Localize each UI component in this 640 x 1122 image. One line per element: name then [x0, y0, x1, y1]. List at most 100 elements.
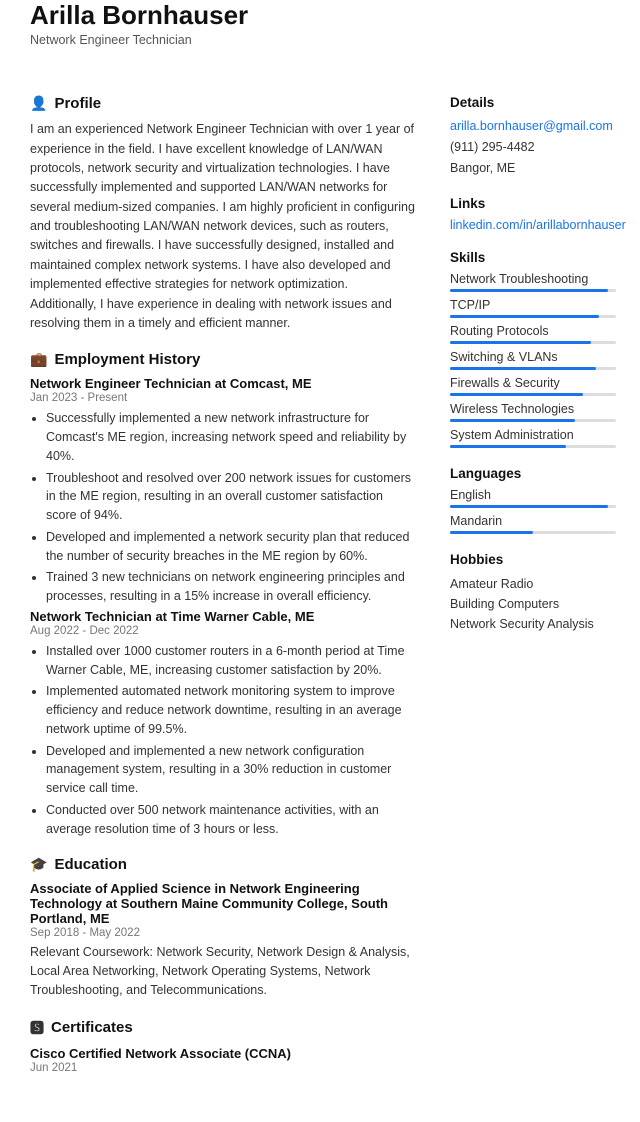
skill-bar-fill [450, 315, 599, 318]
candidate-title: Network Engineer Technician [30, 33, 616, 47]
education-item: Associate of Applied Science in Network … [30, 881, 416, 999]
skill-bar-bg [450, 445, 616, 448]
job-item: Network Engineer Technician at Comcast, … [30, 376, 416, 606]
employment-icon: 💼 [30, 351, 47, 368]
hobby-item: Network Security Analysis [450, 614, 616, 634]
job-bullet: Developed and implemented a new network … [46, 742, 416, 798]
certificates-section: 🆂 Certificates Cisco Certified Network A… [30, 1018, 416, 1074]
education-section-title: 🎓 Education [30, 856, 416, 873]
job-date: Jan 2023 - Present [30, 392, 416, 404]
language-item: English [450, 488, 616, 508]
job-bullet: Developed and implemented a network secu… [46, 528, 416, 566]
email-line: arilla.bornhauser@gmail.com [450, 117, 616, 135]
language-item: Mandarin [450, 514, 616, 534]
profile-icon: 👤 [30, 95, 47, 112]
skill-bar-fill [450, 419, 575, 422]
edu-date: Sep 2018 - May 2022 [30, 927, 416, 939]
job-bullet: Installed over 1000 customer routers in … [46, 642, 416, 680]
education-icon: 🎓 [30, 856, 47, 873]
certificates-icon: 🆂 [30, 1018, 44, 1038]
skill-bar-bg [450, 289, 616, 292]
edu-text: Relevant Coursework: Network Security, N… [30, 943, 416, 999]
resume-header: Arilla Bornhauser Network Engineer Techn… [0, 0, 640, 47]
email-link[interactable]: arilla.bornhauser@gmail.com [450, 119, 613, 133]
language-label: Mandarin [450, 514, 616, 528]
skill-label: Firewalls & Security [450, 376, 616, 390]
skill-label: Routing Protocols [450, 324, 616, 338]
skill-item: Firewalls & Security [450, 376, 616, 396]
details-section: Details arilla.bornhauser@gmail.com (911… [450, 95, 616, 177]
languages-section-title: Languages [450, 466, 616, 481]
skill-bar-fill [450, 289, 608, 292]
skill-bar-fill [450, 367, 596, 370]
education-items: Associate of Applied Science in Network … [30, 881, 416, 999]
job-bullet: Conducted over 500 network maintenance a… [46, 801, 416, 839]
skill-label: Switching & VLANs [450, 350, 616, 364]
links-section-title: Links [450, 196, 616, 211]
language-bar-fill [450, 531, 533, 534]
skill-bar-fill [450, 445, 566, 448]
job-bullet: Trained 3 new technicians on network eng… [46, 568, 416, 606]
skill-bar-fill [450, 393, 583, 396]
skill-bar-bg [450, 315, 616, 318]
job-title: Network Technician at Time Warner Cable,… [30, 609, 416, 624]
skills-section: Skills Network Troubleshooting TCP/IP Rout… [450, 250, 616, 448]
candidate-name: Arilla Bornhauser [30, 0, 616, 31]
left-column: 👤 Profile I am an experienced Network En… [0, 95, 440, 1091]
hobby-item: Amateur Radio [450, 574, 616, 594]
skill-bar-bg [450, 393, 616, 396]
language-bar-bg [450, 531, 616, 534]
language-bar-fill [450, 505, 608, 508]
employment-section: 💼 Employment History Network Engineer Te… [30, 351, 416, 838]
languages-section: Languages English Mandarin [450, 466, 616, 534]
skill-bar-bg [450, 419, 616, 422]
profile-text: I am an experienced Network Engineer Tec… [30, 120, 416, 333]
hobbies-section-title: Hobbies [450, 552, 616, 567]
job-bullet: Troubleshoot and resolved over 200 netwo… [46, 469, 416, 525]
skill-bar-bg [450, 341, 616, 344]
skill-label: System Administration [450, 428, 616, 442]
skill-label: Wireless Technologies [450, 402, 616, 416]
profile-section: 👤 Profile I am an experienced Network En… [30, 95, 416, 333]
skills-section-title: Skills [450, 250, 616, 265]
skill-bar-fill [450, 341, 591, 344]
skills-items: Network Troubleshooting TCP/IP Routing Pro… [450, 272, 616, 448]
cert-date: Jun 2021 [30, 1062, 416, 1074]
certificates-section-title: 🆂 Certificates [30, 1018, 416, 1038]
certificates-items: Cisco Certified Network Associate (CCNA)… [30, 1046, 416, 1074]
profile-section-title: 👤 Profile [30, 95, 416, 112]
links-section: Links linkedin.com/in/arillabornhauser [450, 196, 616, 232]
job-date: Aug 2022 - Dec 2022 [30, 625, 416, 637]
language-bar-bg [450, 505, 616, 508]
job-bullet: Implemented automated network monitoring… [46, 682, 416, 738]
skill-item: Switching & VLANs [450, 350, 616, 370]
hobbies-section: Hobbies Amateur RadioBuilding ComputersN… [450, 552, 616, 634]
edu-title: Associate of Applied Science in Network … [30, 881, 416, 926]
language-label: English [450, 488, 616, 502]
phone-line: (911) 295-4482 [450, 138, 616, 156]
skill-bar-bg [450, 367, 616, 370]
skill-item: Network Troubleshooting [450, 272, 616, 292]
skill-item: Routing Protocols [450, 324, 616, 344]
skill-item: Wireless Technologies [450, 402, 616, 422]
details-section-title: Details [450, 95, 616, 110]
job-bullets: Installed over 1000 customer routers in … [30, 642, 416, 839]
job-title: Network Engineer Technician at Comcast, … [30, 376, 416, 391]
hobby-item: Building Computers [450, 594, 616, 614]
languages-items: English Mandarin [450, 488, 616, 534]
right-column: Details arilla.bornhauser@gmail.com (911… [440, 95, 640, 1091]
linkedin-link[interactable]: linkedin.com/in/arillabornhauser [450, 218, 626, 232]
employment-section-title: 💼 Employment History [30, 351, 416, 368]
certificate-item: Cisco Certified Network Associate (CCNA)… [30, 1046, 416, 1074]
job-bullets: Successfully implemented a new network i… [30, 409, 416, 606]
skill-item: System Administration [450, 428, 616, 448]
location-line: Bangor, ME [450, 159, 616, 177]
skill-label: Network Troubleshooting [450, 272, 616, 286]
education-section: 🎓 Education Associate of Applied Science… [30, 856, 416, 999]
job-bullet: Successfully implemented a new network i… [46, 409, 416, 465]
linkedin-line: linkedin.com/in/arillabornhauser [450, 218, 616, 232]
employment-jobs: Network Engineer Technician at Comcast, … [30, 376, 416, 838]
job-item: Network Technician at Time Warner Cable,… [30, 609, 416, 839]
skill-label: TCP/IP [450, 298, 616, 312]
hobbies-items: Amateur RadioBuilding ComputersNetwork S… [450, 574, 616, 634]
